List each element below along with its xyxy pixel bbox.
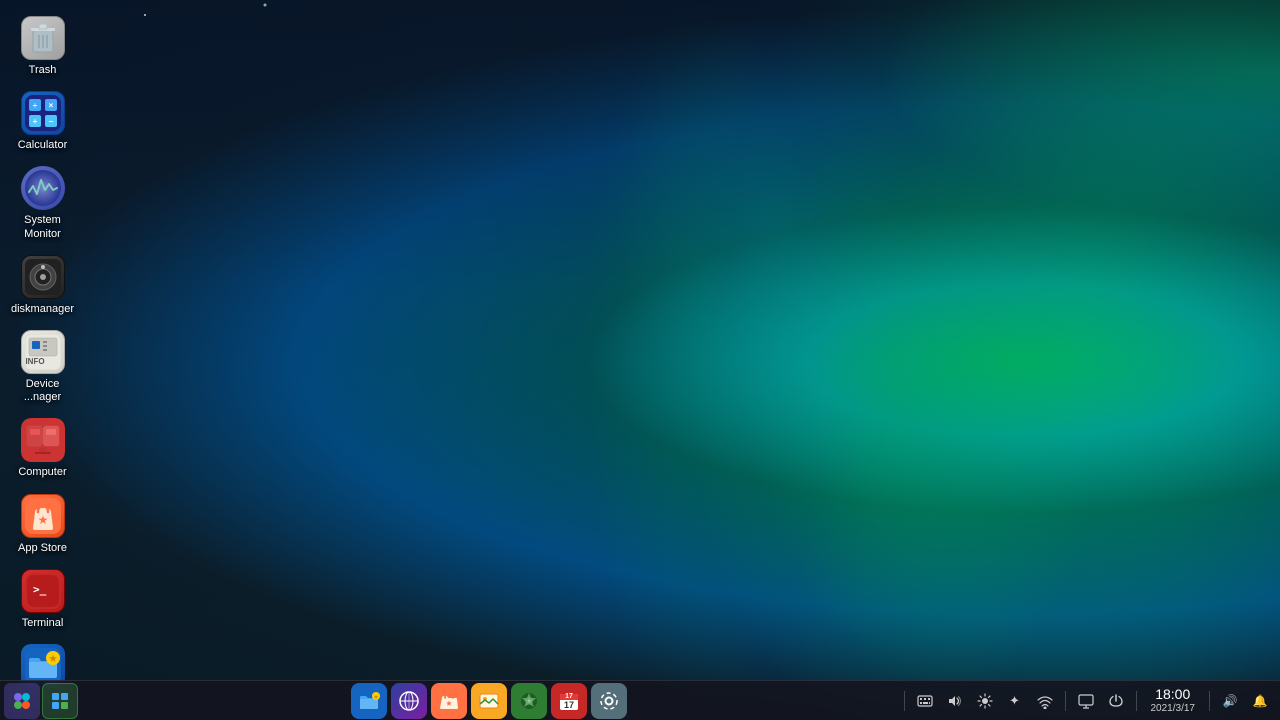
diskmanager-icon — [21, 255, 65, 299]
taskbar: ★ ★ — [0, 680, 1280, 720]
clock-time: 18:00 — [1155, 686, 1190, 703]
taskbar-left — [0, 683, 78, 719]
desktop-icon-column: Trash ÷ × + − Calculator — [0, 0, 85, 720]
desktop-icon-diskmanager[interactable]: diskmanager — [5, 249, 80, 322]
calculator-label: Calculator — [18, 139, 68, 152]
tray-brightness[interactable] — [971, 683, 999, 719]
svg-text:×: × — [48, 101, 53, 110]
tray-display[interactable] — [1072, 683, 1100, 719]
trash-label: Trash — [29, 64, 57, 77]
terminal-label: Terminal — [22, 617, 64, 630]
calculator-icon: ÷ × + − — [21, 91, 65, 135]
tray-volume[interactable] — [941, 683, 969, 719]
appstore-label: App Store — [18, 542, 67, 555]
tray-divider-2 — [1065, 691, 1066, 711]
dock-filemanager[interactable]: ★ — [351, 683, 387, 719]
dock-appstore[interactable]: ★ — [431, 683, 467, 719]
desktop: Trash ÷ × + − Calculator — [0, 0, 1280, 720]
devicemanager-label: Device ...nager — [9, 378, 76, 404]
svg-text:INFO: INFO — [25, 357, 44, 366]
trash-icon — [21, 16, 65, 60]
svg-text:★: ★ — [48, 653, 57, 663]
active-app-indicator[interactable] — [42, 683, 78, 719]
desktop-icon-computer[interactable]: Computer — [5, 412, 80, 485]
tray-bluetooth[interactable]: ✦ — [1001, 683, 1029, 719]
tray-keyboard[interactable] — [911, 683, 939, 719]
menu-button[interactable] — [4, 683, 40, 719]
svg-text:17: 17 — [565, 693, 573, 700]
taskbar-dock: ★ ★ — [343, 683, 635, 719]
system-monitor-icon — [21, 166, 65, 210]
tray-divider-3 — [1136, 691, 1137, 711]
desktop-icon-calculator[interactable]: ÷ × + − Calculator — [5, 85, 80, 158]
dock-calendar[interactable]: 17 17 — [551, 683, 587, 719]
diskmanager-label: diskmanager — [11, 303, 74, 316]
taskbar-right: ✦ — [900, 683, 1280, 719]
devicemanager-icon: INFO — [21, 330, 65, 374]
tray-power[interactable] — [1102, 683, 1130, 719]
svg-text:★: ★ — [374, 694, 379, 700]
svg-text:17: 17 — [564, 700, 574, 710]
system-monitor-label: System Monitor — [9, 214, 76, 240]
svg-text:★: ★ — [37, 513, 48, 527]
svg-text:+: + — [32, 117, 37, 126]
computer-icon — [21, 418, 65, 462]
desktop-icon-system-monitor[interactable]: System Monitor — [5, 160, 80, 246]
dock-gallery[interactable] — [471, 683, 507, 719]
svg-text:÷: ÷ — [32, 101, 37, 110]
tray-divider-4 — [1209, 691, 1210, 711]
dock-settings[interactable] — [591, 683, 627, 719]
svg-text:★: ★ — [445, 699, 452, 708]
terminal-icon: >_ — [21, 569, 65, 613]
desktop-icon-trash[interactable]: Trash — [5, 10, 80, 83]
desktop-icon-terminal[interactable]: >_ Terminal — [5, 563, 80, 636]
tray-sound[interactable]: 🔊 — [1216, 683, 1244, 719]
tray-notifications[interactable]: 🔔 — [1246, 683, 1274, 719]
clock-date: 2021/3/17 — [1151, 703, 1196, 715]
desktop-icon-devicemanager[interactable]: INFO Device ...nager — [5, 324, 80, 410]
desktop-icon-appstore[interactable]: ★ App Store — [5, 488, 80, 561]
dock-browser[interactable] — [391, 683, 427, 719]
tray-divider-1 — [904, 691, 905, 711]
dock-music[interactable] — [511, 683, 547, 719]
appstore-icon: ★ — [21, 494, 65, 538]
svg-text:>_: >_ — [33, 583, 47, 596]
svg-text:−: − — [48, 117, 53, 126]
tray-network[interactable] — [1031, 683, 1059, 719]
clock[interactable]: 18:00 2021/3/17 — [1143, 686, 1204, 715]
computer-label: Computer — [18, 466, 66, 479]
